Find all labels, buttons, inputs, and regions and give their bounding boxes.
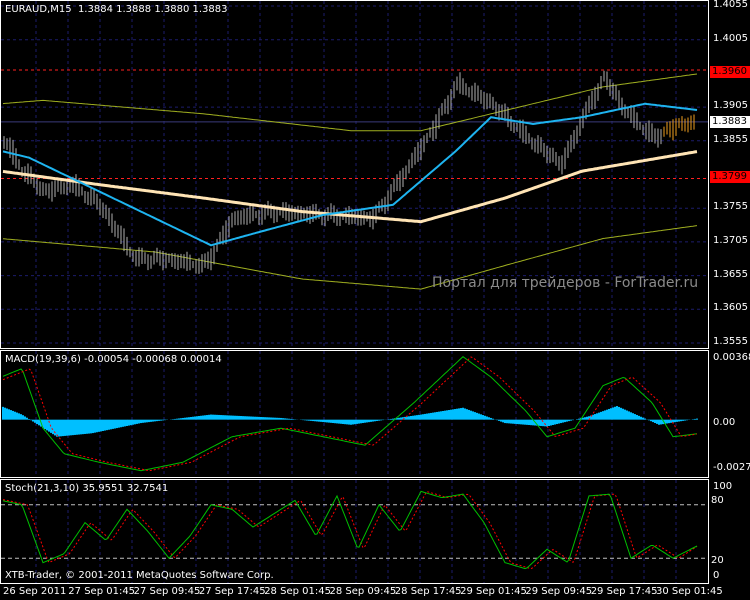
price-axis-label: 1.3705 [713, 234, 748, 246]
time-axis-label: 27 Sep 09:45 [133, 586, 201, 597]
macd-signal-line [2, 356, 698, 472]
macd-axis-zero: 0.00 [713, 417, 736, 428]
price-axis-label: 1.3905 [713, 100, 748, 112]
stoch-chart [1, 480, 708, 583]
stoch-axis-100: 100 [713, 481, 733, 492]
stoch-axis-80: 80 [711, 495, 724, 506]
price-axis-label: 1.3755 [713, 201, 748, 213]
time-axis-label: 27 Sep 01:45 [68, 586, 136, 597]
macd-axis-max: 0.00368 [713, 352, 750, 363]
macd-chart [2, 351, 698, 477]
stoch-title: Stoch(21,3,10) 35.9551 32.7541 [5, 483, 169, 494]
price-axis-label: 1.3605 [713, 302, 748, 314]
time-axis-label: 29 Sep 17:45 [590, 586, 658, 597]
time-axis-label: 26 Sep 2011 [3, 586, 67, 597]
price-chart [1, 1, 708, 348]
macd-main-line [2, 356, 698, 472]
watermark: Портал для трейдеров - ForTrader.ru [432, 275, 699, 291]
time-axis-label: 29 Sep 01:45 [460, 586, 527, 597]
stoch-axis-20: 20 [711, 555, 724, 566]
macd-axis-min: -0.00278 [713, 462, 750, 473]
price-axis-label: 1.3555 [713, 336, 748, 347]
main-chart-panel[interactable]: EURAUD,M15 1.3884 1.3888 1.3880 1.3883 [0, 0, 709, 349]
lower-level-tag: 1.3799 [710, 171, 750, 183]
time-axis-label: 28 Sep 17:45 [394, 586, 462, 597]
copyright: XTB-Trader, © 2001-2011 MetaQuotes Softw… [5, 570, 274, 581]
price-axis-label: 1.4055 [713, 0, 748, 10]
price-axis-label: 1.4005 [713, 32, 748, 44]
macd-panel[interactable]: MACD(19,39,6) -0.00054 -0.00068 0.00014 [0, 350, 709, 478]
stoch-axis-0: 0 [713, 570, 720, 581]
stoch-panel[interactable]: Stoch(21,3,10) 35.9551 32.7541 XTB-Trade… [0, 479, 709, 584]
time-axis-label: 28 Sep 09:45 [329, 586, 397, 597]
macd-title: MACD(19,39,6) -0.00054 -0.00068 0.00014 [5, 354, 222, 365]
time-axis-label: 27 Sep 17:45 [198, 586, 266, 597]
current-price-tag: 1.3883 [710, 116, 750, 128]
time-axis-label: 29 Sep 09:45 [525, 586, 593, 597]
time-axis-label: 28 Sep 01:45 [264, 586, 331, 597]
price-axis-label: 1.3655 [713, 268, 748, 280]
ma-fast-line [2, 102, 698, 247]
upper-level-tag: 1.3960 [710, 66, 750, 78]
stoch-main-line [2, 490, 698, 570]
symbol-label: EURAUD,M15 1.3884 1.3888 1.3880 1.3883 [5, 4, 228, 15]
time-axis-label: 30 Sep 01:45 [656, 586, 723, 597]
price-axis-label: 1.3855 [713, 133, 748, 145]
